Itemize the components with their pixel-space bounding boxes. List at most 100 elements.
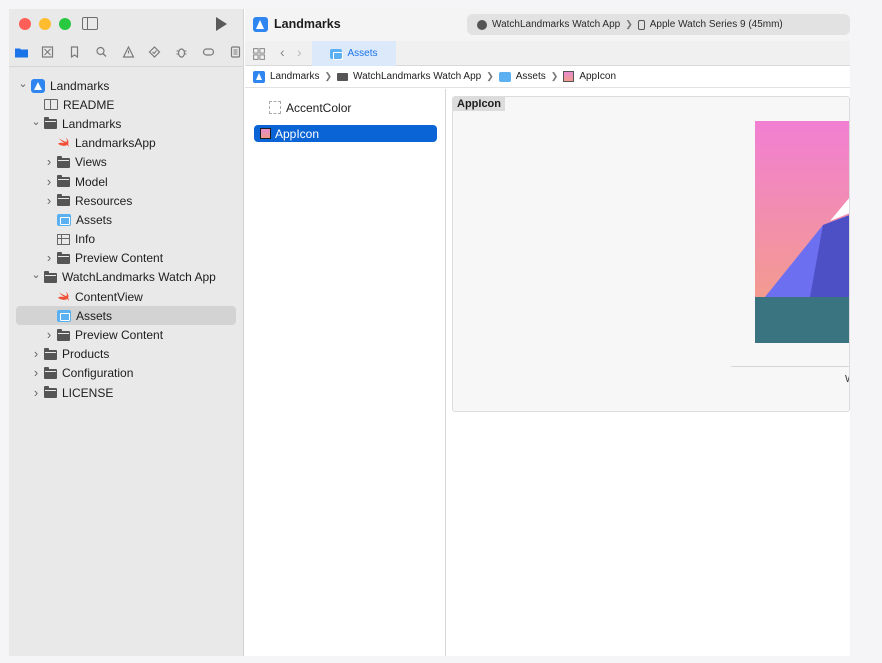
sidebar-item[interactable]: ContentView [9,287,244,306]
find-icon[interactable] [94,46,108,59]
editor-area: Landmarks WatchLandmarks Watch App ❯ App… [245,9,850,656]
sidebar-item[interactable]: ⌄ Landmarks [9,76,244,95]
folder-icon[interactable] [14,46,28,59]
window-controls [19,18,71,30]
project-navigator-tree: ⌄ Landmarks README ⌄ Landmarks LandmarksApp › V… [9,76,244,402]
folder-icon [337,72,349,81]
sidebar-item-label: ContentView [75,289,143,304]
breadcrumb-item[interactable]: AppIcon [579,71,616,82]
bookmark-icon[interactable] [68,46,82,59]
chevron-down-icon[interactable]: ⌄ [18,77,28,90]
sidebar-item[interactable]: Info [9,230,244,249]
chevron-right-icon[interactable]: › [44,327,54,342]
app-icon-image [563,71,575,82]
app-icon-preview-image[interactable] [755,121,850,343]
breadcrumb-item[interactable]: Assets [516,71,546,82]
scheme-selector[interactable]: WatchLandmarks Watch App ❯ Apple Watch S… [467,14,850,35]
breakpoint-icon[interactable] [201,46,215,59]
sidebar-item-label: Landmarks [50,78,110,93]
assets-icon [498,71,511,82]
sidebar-item[interactable]: › Configuration [9,364,244,383]
chevron-down-icon[interactable]: ⌄ [31,115,41,128]
folder-icon [57,194,70,207]
sidebar-item[interactable]: Assets [9,210,244,229]
xcode-window: ⌄ Landmarks README ⌄ Landmarks LandmarksApp › V… [9,9,850,656]
preview-caption: W [845,374,849,385]
tab-assets-label: Assets [347,48,378,59]
sidebar-item[interactable]: › Preview Content [9,325,244,344]
toolbar: Landmarks WatchLandmarks Watch App ❯ App… [245,9,850,41]
watch-device-icon [637,19,645,30]
chevron-right-icon[interactable]: › [31,385,41,400]
chevron-right-icon[interactable]: › [31,365,41,380]
back-arrow-icon[interactable]: ‹ [280,44,285,60]
project-icon [31,78,45,93]
sidebar-item-label: Views [75,155,107,170]
chevron-right-icon[interactable]: › [44,250,54,265]
color-swatch-icon [269,101,281,114]
forward-arrow-icon[interactable]: › [297,44,302,60]
sidebar-item[interactable]: › Products [9,345,244,364]
sidebar-item[interactable]: ⌄ Landmarks [9,114,244,133]
sidebar-item-label: LandmarksApp [75,136,156,151]
sidebar-item-label: Configuration [62,366,134,381]
zoom-window-button[interactable] [59,18,71,30]
source-control-icon[interactable] [41,46,55,59]
chevron-right-icon: ❯ [625,19,633,29]
project-title: Landmarks [274,17,341,31]
sidebar-item-label: Resources [75,193,133,208]
sidebar-item[interactable]: ⌄ WatchLandmarks Watch App [9,268,244,287]
sidebar-item[interactable]: › LICENSE [9,383,244,402]
navigator-selector-bar [14,45,242,59]
swift-icon [57,291,70,302]
debug-icon[interactable] [175,46,189,59]
report-icon[interactable] [228,46,242,59]
tab-assets[interactable]: Assets [312,41,396,66]
chevron-right-icon[interactable]: › [44,154,54,169]
sidebar-item-label: Preview Content [75,251,164,266]
navigator-sidebar: ⌄ Landmarks README ⌄ Landmarks LandmarksApp › V… [9,9,244,656]
project-icon [253,70,265,83]
chevron-right-icon[interactable]: › [44,174,54,189]
swift-icon [57,137,70,148]
project-icon [253,17,268,32]
sidebar-item[interactable]: › Views [9,153,244,172]
watch-app-icon [477,19,487,30]
sidebar-toggle-icon[interactable] [82,17,98,30]
related-items-grid-icon[interactable] [253,48,265,60]
app-icon-image [260,128,271,139]
run-button[interactable] [216,17,227,31]
book-icon [44,99,58,111]
sidebar-item[interactable]: › Preview Content [9,249,244,268]
preview-divider [731,366,849,367]
issue-icon[interactable] [121,46,135,59]
jump-bar-breadcrumb: Landmarks ❯ WatchLandmarks Watch App ❯ A… [245,66,850,88]
chevron-right-icon[interactable]: › [44,193,54,208]
folder-icon [57,328,70,341]
breadcrumb-item[interactable]: WatchLandmarks Watch App [353,71,481,82]
close-window-button[interactable] [19,18,31,30]
sidebar-item[interactable]: › Model [9,172,244,191]
sidebar-item-label: Model [75,174,108,189]
sidebar-item-label: LICENSE [62,385,114,400]
asset-item-appicon[interactable]: AppIcon [254,125,437,142]
folder-icon [57,155,70,168]
asset-item-accentcolor[interactable]: AccentColor [254,99,437,116]
sidebar-item[interactable]: › Resources [9,191,244,210]
sidebar-item[interactable]: README [9,95,244,114]
chevron-right-icon[interactable]: › [31,346,41,361]
sidebar-item[interactable]: Assets [9,306,244,326]
chevron-down-icon[interactable]: ⌄ [31,268,41,281]
folder-icon [44,347,57,360]
table-icon [57,233,70,245]
minimize-window-button[interactable] [39,18,51,30]
assets-icon [330,48,344,60]
assets-icon [57,309,71,322]
breadcrumb-item[interactable]: Landmarks [270,71,319,82]
sidebar-item-label: Preview Content [75,328,164,343]
folder-icon [57,251,70,264]
folder-icon [44,117,57,130]
editor-tab-bar: ‹ › Assets [245,41,850,66]
sidebar-item[interactable]: LandmarksApp [9,134,244,153]
test-icon[interactable] [148,46,162,59]
